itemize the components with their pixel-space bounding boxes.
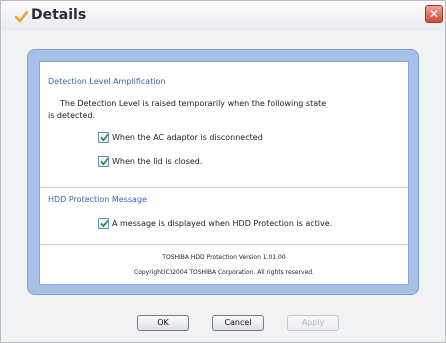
detection-description-line1: The Detection Level is raised temporaril… (60, 99, 327, 108)
apply-button[interactable]: Apply (287, 315, 339, 331)
message-group-label: HDD Protection Message (48, 195, 147, 204)
copyright-text: Copyright(C)2004 TOSHIBA Corporation. Al… (134, 269, 314, 276)
close-button[interactable]: ✕ (425, 5, 443, 23)
close-icon: ✕ (428, 7, 440, 21)
group-separator (40, 187, 408, 188)
checkmark-icon (100, 133, 109, 142)
ac-adaptor-checkbox-row[interactable]: When the AC adaptor is disconnected (98, 132, 263, 143)
ok-button[interactable]: OK (137, 315, 189, 331)
ac-adaptor-checkbox-label: When the AC adaptor is disconnected (112, 133, 263, 142)
checkmark-icon (100, 157, 109, 166)
hdd-message-checkbox-label: A message is displayed when HDD Protecti… (112, 219, 333, 228)
settings-panel: Detection Level Amplification The Detect… (39, 61, 409, 285)
footer-separator (40, 244, 408, 245)
lid-closed-checkbox-row[interactable]: When the lid is closed. (98, 156, 202, 167)
title-bar[interactable]: Details ✕ (1, 1, 445, 31)
dialog-title: Details (31, 7, 87, 23)
ac-adaptor-checkbox[interactable] (98, 132, 109, 143)
cancel-button[interactable]: Cancel (212, 315, 264, 331)
checkmark-icon (15, 10, 28, 23)
lid-closed-checkbox-label: When the lid is closed. (112, 157, 203, 166)
hdd-message-checkbox[interactable] (98, 218, 109, 229)
lid-closed-checkbox[interactable] (98, 156, 109, 167)
hdd-message-checkbox-row[interactable]: A message is displayed when HDD Protecti… (98, 218, 332, 229)
checkmark-icon (100, 219, 109, 228)
detection-group-label: Detection Level Amplification (48, 77, 166, 86)
version-text: TOSHIBA HDD Protection Version 1.01.00 (162, 254, 286, 261)
detection-description-line2: is detected. (48, 111, 96, 120)
details-dialog: Details ✕ Detection Level Amplification … (0, 0, 446, 343)
